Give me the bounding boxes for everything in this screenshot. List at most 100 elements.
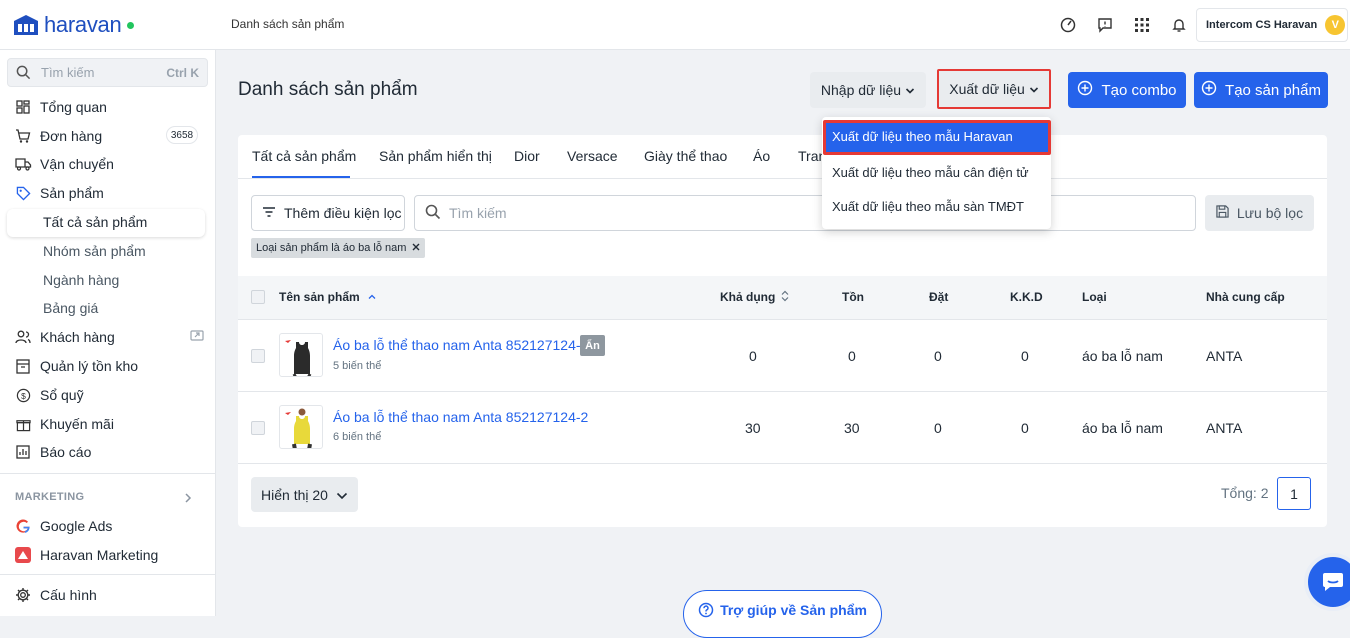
chevron-down-icon [336, 487, 348, 503]
product-name-link[interactable]: Áo ba lỗ thể thao nam Anta 852127124-1 [333, 337, 588, 353]
sidebar-item-products[interactable]: Sản phẩm [14, 182, 104, 204]
sidebar-subitem-pricelist[interactable]: Bảng giá [43, 300, 98, 320]
logo-text: haravan [44, 12, 122, 37]
product-search-input[interactable]: Tìm kiếm [414, 195, 1196, 231]
sidebar-item-cashbook[interactable]: $ Sổ quỹ [14, 384, 84, 406]
row-checkbox[interactable] [251, 421, 265, 435]
sidebar-item-label: Google Ads [40, 518, 113, 534]
account-name: Intercom CS Haravan [1206, 19, 1318, 31]
sidebar-divider [0, 473, 216, 474]
sidebar-item-customers[interactable]: Khách hàng [14, 326, 204, 348]
tab-sport-shoes[interactable]: Giày thể thao [644, 148, 727, 164]
report-icon [14, 443, 32, 461]
sidebar-item-promotions[interactable]: Khuyến mãi [14, 413, 114, 435]
table-row[interactable] [238, 392, 1327, 464]
avatar: V [1325, 15, 1346, 35]
search-icon [425, 204, 441, 223]
sidebar-item-label: Cấu hình [40, 587, 97, 603]
bell-icon[interactable] [1169, 15, 1189, 35]
table-row[interactable] [238, 320, 1327, 392]
sidebar-subitem-categories[interactable]: Ngành hàng [43, 272, 119, 292]
sidebar-item-label: Haravan Marketing [40, 547, 159, 563]
variant-count: 5 biến thể [333, 360, 382, 372]
th-available[interactable]: Khả dụng [720, 290, 789, 305]
sidebar-item-google-ads[interactable]: Google Ads [14, 515, 112, 537]
product-thumbnail[interactable] [279, 333, 323, 377]
google-icon [14, 517, 32, 535]
account-menu[interactable]: Intercom CS Haravan V [1196, 8, 1348, 42]
truck-icon [14, 155, 32, 173]
cell-type: áo ba lỗ nam [1082, 420, 1163, 436]
cell-vendor: ANTA [1206, 348, 1243, 364]
sidebar-item-orders[interactable]: Đơn hàng [14, 125, 102, 147]
tab-visible-products[interactable]: Sản phẩm hiển thị [379, 148, 492, 164]
import-button[interactable]: Nhập dữ liệu [810, 72, 926, 108]
create-combo-label: Tạo combo [1101, 81, 1177, 99]
sidebar: Tìm kiếm Ctrl K Tổng quan Đơn hàng 3658 … [0, 50, 216, 616]
sidebar-subitem-all-products[interactable]: Tất cả sản phẩm [43, 214, 147, 234]
sidebar-search-placeholder: Tìm kiếm [41, 65, 95, 80]
sidebar-item-label: Tổng quan [40, 99, 107, 115]
page-number-button[interactable]: 1 [1277, 477, 1311, 510]
sidebar-search[interactable]: Tìm kiếm Ctrl K [7, 58, 208, 87]
tab-shirt[interactable]: Áo [753, 148, 770, 164]
create-combo-button[interactable]: Tạo combo [1068, 72, 1186, 108]
product-thumbnail[interactable] [279, 405, 323, 449]
th-ordered: Đặt [929, 290, 949, 304]
cart-icon [14, 127, 32, 145]
sidebar-item-label: Sổ quỹ [40, 387, 84, 403]
active-tab-indicator [252, 176, 350, 178]
feedback-icon[interactable] [1095, 15, 1115, 35]
sidebar-item-reports[interactable]: Báo cáo [14, 441, 91, 463]
hidden-status-badge: Ẩn [580, 335, 605, 356]
th-type: Loại [1082, 290, 1107, 304]
chevron-down-icon [1029, 81, 1039, 97]
tank-top-image [285, 340, 312, 376]
inventory-icon [14, 357, 32, 375]
row-checkbox[interactable] [251, 349, 265, 363]
sidebar-subitem-product-groups[interactable]: Nhóm sản phẩm [43, 243, 146, 263]
haravan-logo[interactable]: haravan [12, 12, 135, 38]
filter-icon [262, 205, 276, 221]
save-filter-button[interactable]: Lưu bộ lọc [1205, 195, 1314, 231]
add-filter-button[interactable]: Thêm điều kiện lọc [251, 195, 405, 231]
sidebar-item-settings[interactable]: Cấu hình [14, 584, 97, 606]
save-icon [1216, 205, 1229, 221]
speed-icon[interactable] [1058, 15, 1078, 35]
sidebar-item-overview[interactable]: Tổng quan [14, 96, 107, 118]
sort-icon [781, 290, 789, 305]
external-link-icon [190, 329, 204, 345]
tab-dior[interactable]: Dior [514, 148, 540, 164]
sidebar-item-haravan-marketing[interactable]: Haravan Marketing [14, 544, 158, 566]
th-product-name[interactable]: Tên sản phẩm [279, 290, 376, 304]
plus-circle-icon [1077, 80, 1093, 100]
add-filter-label: Thêm điều kiện lọc [284, 205, 402, 221]
sidebar-item-shipping[interactable]: Vận chuyển [14, 153, 114, 175]
page-title: Danh sách sản phẩm [238, 79, 418, 100]
tab-all-products[interactable]: Tất cả sản phẩm [252, 148, 356, 164]
export-button[interactable]: Xuất dữ liệu [937, 69, 1051, 109]
chat-launcher-button[interactable] [1304, 553, 1350, 611]
create-product-button[interactable]: Tạo sản phẩm [1194, 72, 1328, 108]
sidebar-item-inventory[interactable]: Quản lý tồn kho [14, 355, 138, 377]
apps-grid-icon[interactable] [1132, 15, 1152, 35]
total-count: Tổng: 2 [1221, 485, 1269, 501]
sort-up-icon [368, 290, 376, 304]
cell-ordered: 0 [934, 420, 942, 436]
export-menu-item-scale[interactable]: Xuất dữ liệu theo mẫu cân điện tử [832, 165, 1029, 180]
sidebar-item-label: Báo cáo [40, 444, 92, 460]
create-product-label: Tạo sản phẩm [1225, 81, 1321, 99]
haravan-logo-icon [14, 15, 38, 35]
per-page-select[interactable]: Hiển thị 20 [251, 477, 358, 512]
select-all-checkbox[interactable] [251, 290, 265, 304]
tab-versace[interactable]: Versace [567, 148, 618, 164]
export-menu-item-haravan[interactable]: Xuất dữ liệu theo mẫu Haravan [832, 129, 1013, 144]
help-button[interactable]: Trợ giúp về Sản phẩm [683, 590, 882, 638]
search-placeholder: Tìm kiếm [449, 205, 507, 221]
close-icon[interactable] [412, 242, 420, 254]
product-name-link[interactable]: Áo ba lỗ thể thao nam Anta 852127124-2 [333, 409, 588, 425]
per-page-label: Hiển thị 20 [261, 486, 328, 503]
chevron-right-icon[interactable] [183, 491, 193, 507]
cell-kkd: 0 [1021, 420, 1029, 436]
export-menu-item-marketplace[interactable]: Xuất dữ liệu theo mẫu sàn TMĐT [832, 199, 1024, 214]
